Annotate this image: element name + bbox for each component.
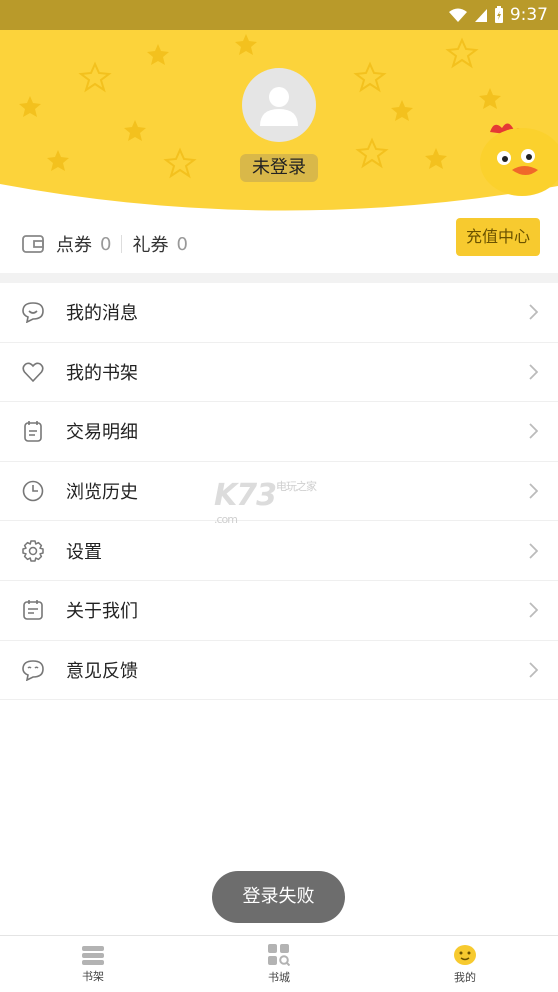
bookstore-icon [268,944,290,966]
status-time: 9:37 [509,5,548,25]
bottom-nav: 书架 书城 我的 [0,935,558,992]
chevron-right-icon [529,423,538,440]
feedback-icon [22,660,44,681]
watermark-domain: .com [214,513,238,526]
nav-tab-bookshelf[interactable]: 书架 [0,936,186,992]
menu-item-bookshelf[interactable]: 我的书架 [0,343,558,403]
watermark-sub: 电玩之家 [276,480,317,493]
menu-label-feedback: 意见反馈 [66,660,138,682]
gift-value: 0 [176,233,188,255]
status-bar: 9:37 [0,0,558,30]
menu-label-about: 关于我们 [66,601,138,623]
recharge-button[interactable]: 充值中心 [456,218,540,256]
profile-header: 未登录 [0,0,558,215]
nav-tab-mine[interactable]: 我的 [372,936,558,992]
chevron-right-icon [529,483,538,499]
menu-label-settings: 设置 [66,541,102,563]
balance-row: 点券 0 礼券 0 充值中心 [0,215,558,273]
watermark: K73电玩之家 .com [214,478,317,548]
info-card-icon [23,600,43,621]
section-divider [0,273,558,283]
menu-item-feedback[interactable]: 意见反馈 [0,641,558,701]
chevron-right-icon [529,304,538,320]
nav-tab-bookstore[interactable]: 书城 [186,936,372,992]
gift-label: 礼券 [132,235,169,256]
watermark-main: K73 [214,478,277,513]
wallet-icon [22,235,44,253]
menu-item-messages[interactable]: 我的消息 [0,283,558,343]
login-status-label[interactable]: 未登录 [240,154,318,182]
toast-message: 登录失败 [212,871,345,923]
user-placeholder-icon [260,87,298,126]
menu-label-history: 浏览历史 [66,482,138,504]
points-value: 0 [100,233,112,255]
nav-label-bookshelf: 书架 [82,970,104,983]
gear-icon [22,539,44,562]
receipt-icon [24,421,42,443]
signal-icon [474,9,487,22]
battery-charging-icon [494,6,503,23]
chevron-right-icon [529,662,538,678]
menu-label-messages: 我的消息 [66,303,138,325]
menu-label-transactions: 交易明细 [66,422,138,444]
chevron-right-icon [529,364,538,380]
wifi-icon [448,8,467,22]
menu-label-bookshelf: 我的书架 [66,362,138,384]
clock-icon [22,480,44,502]
balance-divider [121,235,123,253]
message-icon [22,302,44,324]
chevron-right-icon [529,602,538,618]
bookshelf-icon [82,946,104,965]
chevron-right-icon [529,543,538,559]
chick-mascot-icon [480,123,558,196]
heart-icon [22,362,44,383]
menu-item-about[interactable]: 关于我们 [0,581,558,641]
profile-icon [454,945,476,965]
menu-item-transactions[interactable]: 交易明细 [0,402,558,462]
nav-label-bookstore: 书城 [268,971,290,984]
avatar[interactable] [242,68,316,142]
points-label: 点券 [56,235,92,256]
nav-label-mine: 我的 [454,971,476,984]
